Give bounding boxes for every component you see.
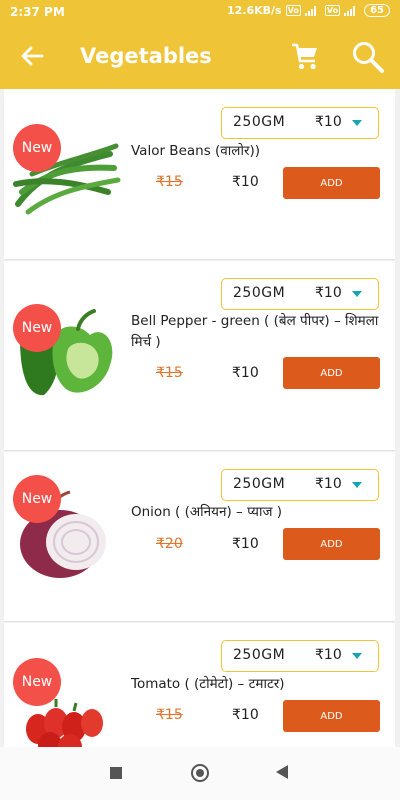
weight-price: ₹10	[315, 476, 342, 492]
product-card: New 250GM ₹10 Onion ( (अनियन) – प्याज ) …	[4, 452, 395, 622]
new-badge: New	[13, 475, 61, 523]
new-badge: New	[13, 304, 61, 352]
dropdown-caret-icon	[352, 291, 362, 297]
dropdown-caret-icon	[352, 120, 362, 126]
weight-label: 250GM	[233, 476, 286, 492]
mrp-price: ₹15	[156, 174, 183, 190]
volte-icon: Vo	[285, 5, 301, 16]
status-time: 2:37 PM	[10, 5, 65, 19]
product-name: Onion ( (अनियन) – प्याज )	[131, 504, 283, 520]
volte-icon-2: Vo	[324, 5, 341, 16]
signal-icon	[304, 5, 321, 16]
add-button[interactable]: ADD	[283, 700, 380, 732]
new-badge: New	[13, 658, 61, 706]
weight-selector[interactable]: 250GM ₹10	[221, 469, 379, 501]
weight-selector[interactable]: 250GM ₹10	[221, 107, 379, 139]
product-list[interactable]: New 250GM ₹10 Valor Beans (वालोर)) ₹15 ₹…	[0, 89, 400, 747]
product-card: New 250GM ₹10 Tomato ( (टोमेटो) – टमाटर)…	[4, 623, 395, 747]
network-speed: 12.6KB/s	[226, 4, 282, 17]
status-bar: 2:37 PM 12.6KB/s Vo Vo 65	[0, 0, 400, 24]
product-card: New 250GM ₹10 Bell Pepper - green ( (बेल…	[4, 261, 395, 451]
search-icon[interactable]	[351, 40, 385, 74]
weight-label: 250GM	[233, 114, 286, 130]
sale-price: ₹10	[232, 536, 259, 552]
sale-price: ₹10	[232, 365, 259, 381]
home-circle-icon[interactable]	[191, 764, 209, 782]
product-name: Tomato ( (टोमेटो) – टमाटर)	[131, 676, 285, 692]
page-title: Vegetables	[80, 44, 212, 68]
status-icons: 12.6KB/s Vo Vo 65	[227, 4, 390, 17]
sale-price: ₹10	[232, 707, 259, 723]
cart-icon[interactable]	[290, 42, 320, 72]
recents-square-icon[interactable]	[110, 767, 122, 779]
product-name: Valor Beans (वालोर))	[131, 143, 261, 159]
product-name: Bell Pepper - green ( (बेल पीपर) – शिमला…	[131, 313, 379, 350]
new-badge: New	[13, 124, 61, 172]
weight-price: ₹10	[315, 647, 342, 663]
battery-icon: 65	[364, 4, 390, 17]
system-nav-bar	[0, 747, 400, 800]
weight-label: 250GM	[233, 647, 286, 663]
mrp-price: ₹15	[156, 365, 183, 381]
weight-selector[interactable]: 250GM ₹10	[221, 640, 379, 672]
mrp-price: ₹15	[156, 707, 183, 723]
sale-price: ₹10	[232, 174, 259, 190]
back-triangle-icon[interactable]	[276, 765, 288, 779]
app-bar: Vegetables	[0, 24, 400, 89]
add-button[interactable]: ADD	[283, 357, 380, 389]
product-card: New 250GM ₹10 Valor Beans (वालोर)) ₹15 ₹…	[4, 89, 395, 260]
weight-selector[interactable]: 250GM ₹10	[221, 278, 379, 310]
dropdown-caret-icon	[352, 482, 362, 488]
add-button[interactable]: ADD	[283, 528, 380, 560]
weight-label: 250GM	[233, 285, 286, 301]
add-button[interactable]: ADD	[283, 167, 380, 199]
signal-icon-2	[344, 5, 360, 16]
arrow-back-icon[interactable]	[18, 42, 46, 70]
weight-price: ₹10	[315, 114, 342, 130]
mrp-price: ₹20	[156, 536, 183, 552]
weight-price: ₹10	[315, 285, 342, 301]
dropdown-caret-icon	[352, 653, 362, 659]
